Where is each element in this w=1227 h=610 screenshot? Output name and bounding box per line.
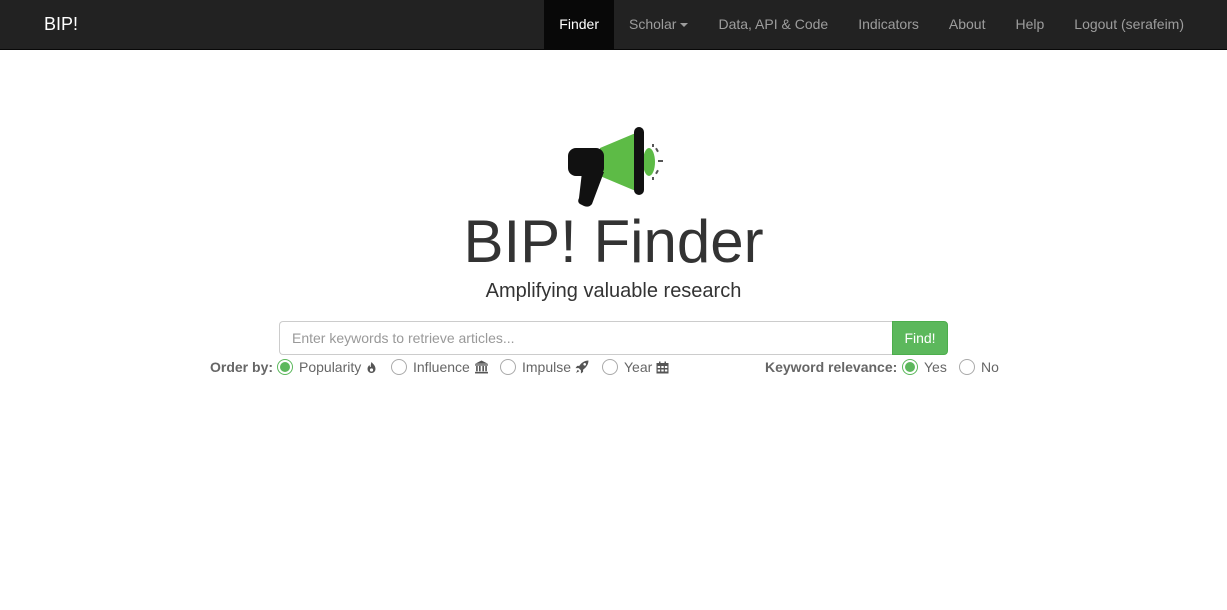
nav-menu: Finder Scholar Data, API & Code Indicato…	[544, 0, 1199, 50]
nav-logout[interactable]: Logout (serafeim)	[1059, 0, 1199, 50]
year-radio[interactable]	[602, 359, 618, 375]
megaphone-icon	[568, 127, 663, 207]
bank-icon	[474, 360, 488, 374]
order-year-option[interactable]: Year	[602, 358, 669, 376]
top-navbar: BIP! Finder Scholar Data, API & Code Ind…	[0, 0, 1227, 50]
order-popularity-option[interactable]: Popularity	[277, 358, 378, 376]
search-input[interactable]	[279, 321, 893, 355]
rocket-icon	[575, 360, 589, 374]
fire-icon	[367, 361, 376, 373]
relevance-no-option[interactable]: No	[959, 358, 1003, 376]
popularity-radio[interactable]	[277, 359, 293, 375]
relevance-yes-option[interactable]: Yes	[902, 358, 951, 376]
impulse-radio[interactable]	[500, 359, 516, 375]
nav-help[interactable]: Help	[1000, 0, 1059, 50]
year-label: Year	[624, 359, 653, 375]
page-title: BIP! Finder	[463, 208, 764, 275]
popularity-label: Popularity	[299, 359, 362, 375]
nav-scholar-dropdown[interactable]: Scholar	[614, 0, 703, 50]
keyword-relevance-label: Keyword relevance:	[765, 359, 898, 375]
page-subtitle: Amplifying valuable research	[485, 280, 742, 302]
caret-down-icon	[680, 23, 689, 28]
find-button[interactable]: Find!	[892, 321, 948, 355]
influence-label: Influence	[413, 359, 470, 375]
order-by-label: Order by:	[210, 359, 274, 375]
relevance-no-label: No	[981, 359, 999, 375]
relevance-yes-label: Yes	[924, 359, 947, 375]
impulse-label: Impulse	[522, 359, 572, 375]
nav-data-api-code[interactable]: Data, API & Code	[703, 0, 843, 50]
relevance-no-radio[interactable]	[959, 359, 975, 375]
nav-scholar-label: Scholar	[628, 16, 677, 32]
nav-about[interactable]: About	[934, 0, 1001, 50]
nav-finder[interactable]: Finder	[544, 0, 614, 50]
order-impulse-option[interactable]: Impulse	[500, 358, 589, 376]
calendar-icon	[656, 361, 669, 373]
influence-radio[interactable]	[391, 359, 407, 375]
nav-indicators[interactable]: Indicators	[843, 0, 934, 50]
relevance-yes-radio[interactable]	[902, 359, 918, 375]
order-influence-option[interactable]: Influence	[391, 358, 489, 376]
brand-link[interactable]: BIP!	[44, 0, 78, 50]
